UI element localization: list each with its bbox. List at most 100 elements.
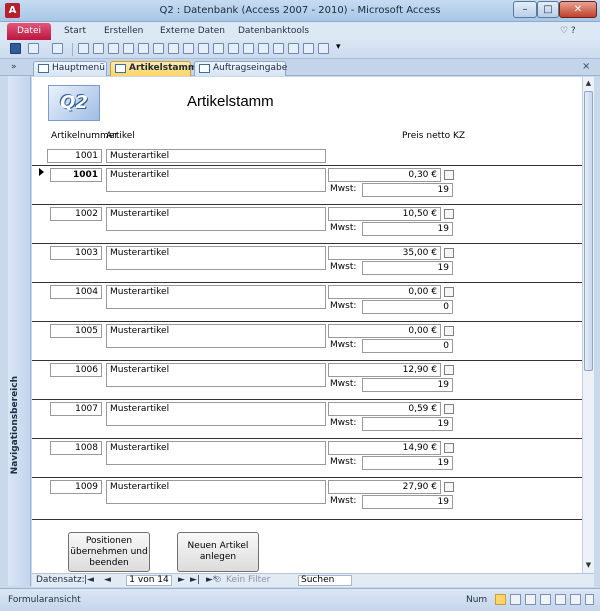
nav-pane-toggle-icon[interactable]: » bbox=[11, 62, 17, 72]
align-icon[interactable] bbox=[258, 43, 269, 54]
article-number-field[interactable]: 1009 bbox=[50, 480, 102, 494]
save-icon[interactable] bbox=[10, 43, 21, 54]
filter-status[interactable]: Kein Filter bbox=[226, 575, 270, 585]
price-field[interactable]: 0,00 € bbox=[328, 324, 441, 338]
align-icon[interactable] bbox=[303, 43, 314, 54]
redo-icon[interactable] bbox=[52, 43, 63, 54]
mwst-field[interactable]: 19 bbox=[362, 183, 453, 197]
resize-grip-icon[interactable] bbox=[585, 594, 594, 605]
pivot-table-view-icon[interactable] bbox=[555, 594, 566, 605]
kz-checkbox[interactable] bbox=[444, 443, 454, 453]
vertical-scrollbar[interactable]: ▲ ▼ bbox=[582, 77, 594, 573]
article-name-field[interactable]: Musterartikel bbox=[106, 480, 326, 504]
article-name-field[interactable]: Musterartikel bbox=[106, 207, 326, 231]
align-icon[interactable] bbox=[318, 43, 329, 54]
ribbon-tab-datei[interactable]: Datei bbox=[7, 23, 51, 40]
align-icon[interactable] bbox=[123, 43, 134, 54]
price-field[interactable]: 10,50 € bbox=[328, 207, 441, 221]
price-field[interactable]: 0,59 € bbox=[328, 402, 441, 416]
doc-tab-artikelstamm[interactable]: Artikelstamm bbox=[110, 61, 197, 76]
align-icon[interactable] bbox=[228, 43, 239, 54]
align-icon[interactable] bbox=[288, 43, 299, 54]
undo-icon[interactable] bbox=[28, 43, 39, 54]
kz-checkbox[interactable] bbox=[444, 482, 454, 492]
kz-checkbox[interactable] bbox=[444, 287, 454, 297]
article-name-field[interactable]: Musterartikel bbox=[106, 168, 326, 192]
current-record-field[interactable]: 1 von 14 bbox=[126, 575, 172, 586]
ribbon-tab-externe-daten[interactable]: Externe Daten bbox=[160, 26, 225, 36]
mwst-field[interactable]: 19 bbox=[362, 378, 453, 392]
article-number-field[interactable]: 1002 bbox=[50, 207, 102, 221]
pivot-chart-view-icon[interactable] bbox=[570, 594, 581, 605]
mwst-field[interactable]: 19 bbox=[362, 222, 453, 236]
ribbon-tab-erstellen[interactable]: Erstellen bbox=[104, 26, 143, 36]
align-icon[interactable] bbox=[168, 43, 179, 54]
ribbon-tab-datenbanktools[interactable]: Datenbanktools bbox=[238, 26, 309, 36]
price-field[interactable]: 27,90 € bbox=[328, 480, 441, 494]
record-search-input[interactable]: Suchen bbox=[298, 575, 352, 586]
article-name-field[interactable]: Musterartikel bbox=[106, 441, 326, 465]
new-article-button[interactable]: Neuen Artikel anlegen bbox=[177, 532, 259, 572]
maximize-button[interactable]: □ bbox=[537, 1, 559, 18]
customize-toolbar-icon[interactable]: ▾ bbox=[336, 42, 347, 53]
article-number-field[interactable]: 1005 bbox=[50, 324, 102, 338]
scrollbar-thumb[interactable] bbox=[584, 91, 593, 371]
article-number-field[interactable]: 1001 bbox=[50, 168, 102, 182]
mwst-field[interactable]: 19 bbox=[362, 456, 453, 470]
filter-article-field[interactable]: Musterartikel bbox=[106, 149, 326, 163]
align-icon[interactable] bbox=[273, 43, 284, 54]
align-icon[interactable] bbox=[213, 43, 224, 54]
kz-checkbox[interactable] bbox=[444, 209, 454, 219]
align-icon[interactable] bbox=[243, 43, 254, 54]
kz-checkbox[interactable] bbox=[444, 365, 454, 375]
price-field[interactable]: 14,90 € bbox=[328, 441, 441, 455]
datasheet-view-icon[interactable] bbox=[510, 594, 521, 605]
article-number-field[interactable]: 1006 bbox=[50, 363, 102, 377]
align-icon[interactable] bbox=[183, 43, 194, 54]
kz-checkbox[interactable] bbox=[444, 170, 454, 180]
article-number-field[interactable]: 1008 bbox=[50, 441, 102, 455]
close-window-button[interactable]: ✕ bbox=[559, 1, 597, 18]
article-number-field[interactable]: 1004 bbox=[50, 285, 102, 299]
article-name-field[interactable]: Musterartikel bbox=[106, 246, 326, 270]
article-number-field[interactable]: 1003 bbox=[50, 246, 102, 260]
align-icon[interactable] bbox=[153, 43, 164, 54]
kz-checkbox[interactable] bbox=[444, 248, 454, 258]
kz-checkbox[interactable] bbox=[444, 326, 454, 336]
article-name-field[interactable]: Musterartikel bbox=[106, 324, 326, 348]
price-field[interactable]: 0,30 € bbox=[328, 168, 441, 182]
scroll-up-icon[interactable]: ▲ bbox=[584, 79, 593, 87]
doc-tab-hauptmenu[interactable]: Hauptmenü bbox=[33, 61, 107, 76]
next-record-icon[interactable]: ► bbox=[178, 575, 185, 585]
first-record-icon[interactable]: |◄ bbox=[84, 575, 94, 585]
help-icon[interactable]: ♡ ? bbox=[560, 26, 576, 36]
navigation-pane[interactable]: Navigationsbereich bbox=[8, 76, 31, 586]
layout-view-icon[interactable] bbox=[525, 594, 536, 605]
close-document-icon[interactable]: × bbox=[582, 61, 590, 72]
last-record-icon[interactable]: ►| bbox=[190, 575, 200, 585]
ribbon-tab-start[interactable]: Start bbox=[64, 26, 86, 36]
previous-record-icon[interactable]: ◄ bbox=[104, 575, 111, 585]
article-name-field[interactable]: Musterartikel bbox=[106, 402, 326, 426]
price-field[interactable]: 12,90 € bbox=[328, 363, 441, 377]
article-number-field[interactable]: 1007 bbox=[50, 402, 102, 416]
align-icon[interactable] bbox=[138, 43, 149, 54]
align-icon[interactable] bbox=[108, 43, 119, 54]
align-icon[interactable] bbox=[198, 43, 209, 54]
mwst-field[interactable]: 0 bbox=[362, 339, 453, 353]
apply-and-close-button[interactable]: Positionen übernehmen und beenden bbox=[68, 532, 150, 572]
kz-checkbox[interactable] bbox=[444, 404, 454, 414]
form-view-icon[interactable] bbox=[78, 43, 89, 54]
form-view-icon[interactable] bbox=[495, 594, 506, 605]
scroll-down-icon[interactable]: ▼ bbox=[584, 561, 593, 569]
doc-tab-auftragseingabe[interactable]: Auftragseingabe bbox=[194, 61, 287, 76]
article-name-field[interactable]: Musterartikel bbox=[106, 285, 326, 309]
design-view-icon[interactable] bbox=[540, 594, 551, 605]
article-name-field[interactable]: Musterartikel bbox=[106, 363, 326, 387]
mwst-field[interactable]: 19 bbox=[362, 495, 453, 509]
price-field[interactable]: 35,00 € bbox=[328, 246, 441, 260]
mwst-field[interactable]: 19 bbox=[362, 417, 453, 431]
minimize-button[interactable]: – bbox=[513, 1, 537, 18]
mwst-field[interactable]: 19 bbox=[362, 261, 453, 275]
price-field[interactable]: 0,00 € bbox=[328, 285, 441, 299]
